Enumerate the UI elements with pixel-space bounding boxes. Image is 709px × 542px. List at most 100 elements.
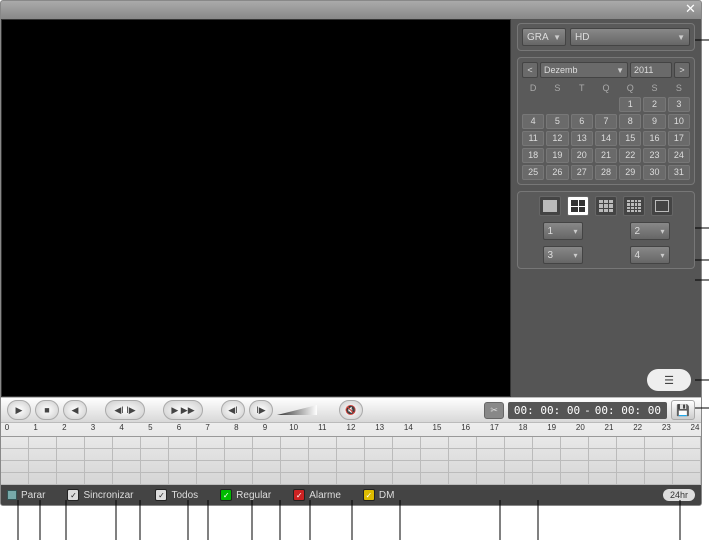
regular-label: Regular [236, 490, 271, 501]
year-dropdown[interactable]: 2011 [630, 62, 672, 78]
clip-button[interactable]: ✂ [484, 402, 504, 419]
layout-panel: 1 ▾ 2 ▾ 3 ▾ 4 ▾ [517, 191, 695, 269]
calendar-day[interactable]: 23 [643, 148, 665, 163]
calendar-day[interactable]: 22 [619, 148, 641, 163]
prev-month-button[interactable]: < [522, 62, 538, 78]
calendar-day[interactable]: 20 [571, 148, 593, 163]
layout-4-button[interactable] [567, 196, 589, 216]
close-icon[interactable]: ✕ [683, 2, 698, 17]
channel-1-dropdown[interactable]: 1 ▾ [543, 222, 583, 240]
slow-play-button[interactable]: ◀I I▶ [105, 400, 145, 420]
stop-label: Parar [21, 490, 45, 501]
all-label: Todos [171, 490, 198, 501]
timeline-ruler: 0123456789101112131415161718192021222324 [1, 423, 701, 437]
layout-1-button[interactable] [539, 196, 561, 216]
calendar-day[interactable]: 9 [643, 114, 665, 129]
calendar-day[interactable]: 10 [668, 114, 690, 129]
video-viewport[interactable] [1, 19, 511, 397]
checkbox-icon [155, 489, 167, 501]
track-4[interactable] [1, 473, 701, 485]
track-3[interactable] [1, 461, 701, 473]
legend-bar: Parar Sincronizar Todos Regular Alarme D… [1, 485, 701, 505]
mute-button[interactable]: 🔇 [339, 400, 363, 420]
alarm-checkbox[interactable]: Alarme [293, 489, 341, 501]
save-button[interactable]: 💾 [671, 400, 695, 420]
reverse-button[interactable]: ◀ [63, 400, 87, 420]
calendar-day[interactable]: 27 [571, 165, 593, 180]
calendar-day[interactable]: 31 [668, 165, 690, 180]
next-frame-button[interactable]: I▶ [249, 400, 273, 420]
calendar-day[interactable]: 14 [595, 131, 617, 146]
calendar-day[interactable]: 24 [668, 148, 690, 163]
ruler-tick: 17 [490, 423, 499, 432]
calendar-day[interactable]: 2 [643, 97, 665, 112]
calendar-day[interactable]: 26 [546, 165, 568, 180]
calendar-day[interactable]: 21 [595, 148, 617, 163]
timeline-scale-button[interactable]: 24hr [663, 489, 695, 501]
sync-label: Sincronizar [83, 490, 133, 501]
calendar-day[interactable]: 16 [643, 131, 665, 146]
grid9-icon [599, 200, 613, 212]
record-type-dropdown[interactable]: GRA ▼ [522, 28, 566, 46]
calendar-day[interactable]: 25 [522, 165, 544, 180]
calendar-day[interactable]: 1 [619, 97, 641, 112]
stop-button[interactable]: ■ [35, 400, 59, 420]
chevron-down-icon: ▼ [616, 66, 624, 75]
calendar-day[interactable]: 5 [546, 114, 568, 129]
track-2[interactable] [1, 449, 701, 461]
ruler-tick: 5 [148, 423, 152, 432]
calendar-day[interactable]: 12 [546, 131, 568, 146]
checkbox-icon [293, 489, 305, 501]
calendar-day[interactable]: 28 [595, 165, 617, 180]
play-button[interactable]: ▶ [7, 400, 31, 420]
month-dropdown[interactable]: Dezemb ▼ [540, 62, 628, 78]
layout-9-button[interactable] [595, 196, 617, 216]
calendar-day[interactable]: 13 [571, 131, 593, 146]
floppy-icon: 💾 [676, 404, 690, 417]
volume-slider[interactable] [277, 405, 317, 415]
calendar-day[interactable]: 8 [619, 114, 641, 129]
channel-2-dropdown[interactable]: 2 ▾ [630, 222, 670, 240]
motion-label: DM [379, 490, 395, 501]
channel-3-dropdown[interactable]: 3 ▾ [543, 246, 583, 264]
calendar-day[interactable]: 7 [595, 114, 617, 129]
next-month-button[interactable]: > [674, 62, 690, 78]
motion-checkbox[interactable]: DM [363, 489, 395, 501]
fullscreen-button[interactable] [651, 196, 673, 216]
all-checkbox[interactable]: Todos [155, 489, 198, 501]
calendar-day[interactable]: 3 [668, 97, 690, 112]
channel-4-dropdown[interactable]: 4 ▾ [630, 246, 670, 264]
grid16-icon [627, 200, 641, 212]
file-list-button[interactable]: ☰ [647, 369, 691, 391]
prev-frame-button[interactable]: ◀I [221, 400, 245, 420]
calendar-day[interactable]: 17 [668, 131, 690, 146]
calendar-dow: S [643, 81, 665, 95]
ruler-tick: 3 [91, 423, 95, 432]
checkbox-icon [220, 489, 232, 501]
timeline[interactable]: 0123456789101112131415161718192021222324 [1, 423, 701, 485]
channel-1-label: 1 [548, 226, 554, 237]
ruler-tick: 10 [289, 423, 298, 432]
channel-4-label: 4 [635, 250, 641, 261]
calendar-dow: S [668, 81, 690, 95]
calendar-day[interactable]: 18 [522, 148, 544, 163]
calendar-day[interactable]: 19 [546, 148, 568, 163]
calendar-panel: < Dezemb ▼ 2011 > DSTQQSS123456789101112… [517, 57, 695, 185]
regular-checkbox[interactable]: Regular [220, 489, 271, 501]
ruler-tick: 7 [205, 423, 209, 432]
sync-checkbox[interactable]: Sincronizar [67, 489, 133, 501]
calendar-day[interactable]: 11 [522, 131, 544, 146]
fast-play-button[interactable]: ▶ ▶▶ [163, 400, 203, 420]
track-1[interactable] [1, 437, 701, 449]
calendar-day[interactable]: 15 [619, 131, 641, 146]
layout-16-button[interactable] [623, 196, 645, 216]
calendar-day[interactable]: 6 [571, 114, 593, 129]
calendar-day[interactable]: 4 [522, 114, 544, 129]
chevron-down-icon: ▼ [677, 33, 685, 42]
calendar-day[interactable]: 30 [643, 165, 665, 180]
status-indicator [7, 490, 17, 500]
calendar-day[interactable]: 29 [619, 165, 641, 180]
storage-dropdown[interactable]: HD ▼ [570, 28, 690, 46]
playback-window: ✕ GRA ▼ HD ▼ < [0, 0, 702, 506]
time-sep: - [584, 404, 591, 417]
